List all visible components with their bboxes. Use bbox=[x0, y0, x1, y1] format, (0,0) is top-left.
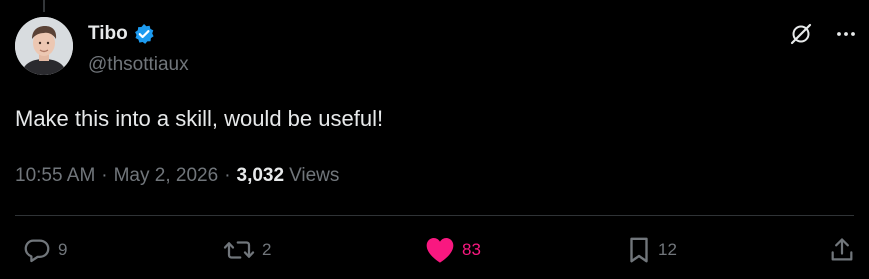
author-handle[interactable]: @thsottiaux bbox=[88, 53, 189, 77]
grok-icon[interactable] bbox=[789, 22, 813, 46]
tweet-header-actions bbox=[789, 22, 857, 46]
author-display-name[interactable]: Tibo bbox=[88, 22, 128, 46]
like-button[interactable]: 83 bbox=[424, 232, 481, 268]
share-icon bbox=[828, 235, 856, 265]
avatar-image bbox=[15, 17, 73, 75]
repost-count: 2 bbox=[262, 240, 272, 259]
repost-icon bbox=[222, 235, 256, 265]
bookmark-button[interactable]: 12 bbox=[626, 232, 677, 268]
share-button[interactable] bbox=[828, 232, 856, 268]
like-count: 83 bbox=[462, 240, 481, 259]
reply-count: 9 bbox=[58, 240, 68, 259]
divider bbox=[15, 215, 854, 216]
tweet-date[interactable]: May 2, 2026 bbox=[114, 164, 219, 188]
repost-button[interactable]: 2 bbox=[222, 232, 271, 268]
tweet-metadata: 10:55 AM · May 2, 2026 · 3,032 Views bbox=[15, 164, 339, 188]
reply-icon bbox=[22, 235, 52, 265]
verified-badge-icon[interactable] bbox=[133, 23, 155, 45]
tweet-time[interactable]: 10:55 AM bbox=[15, 164, 95, 188]
meta-separator: · bbox=[224, 165, 231, 186]
tweet-text: Make this into a skill, would be useful! bbox=[15, 106, 384, 131]
views-count: 3,032 bbox=[236, 165, 285, 186]
thread-connector-line bbox=[43, 0, 45, 12]
more-icon[interactable] bbox=[835, 23, 857, 45]
bookmark-icon bbox=[626, 235, 652, 265]
bookmark-count: 12 bbox=[658, 240, 677, 259]
author-name-row: Tibo bbox=[88, 22, 155, 46]
meta-separator: · bbox=[101, 165, 108, 186]
tweet-action-bar: 9 2 83 12 bbox=[0, 232, 869, 268]
views-label: Views bbox=[289, 165, 340, 186]
heart-icon bbox=[424, 235, 456, 265]
avatar[interactable] bbox=[15, 17, 73, 75]
reply-button[interactable]: 9 bbox=[22, 232, 67, 268]
